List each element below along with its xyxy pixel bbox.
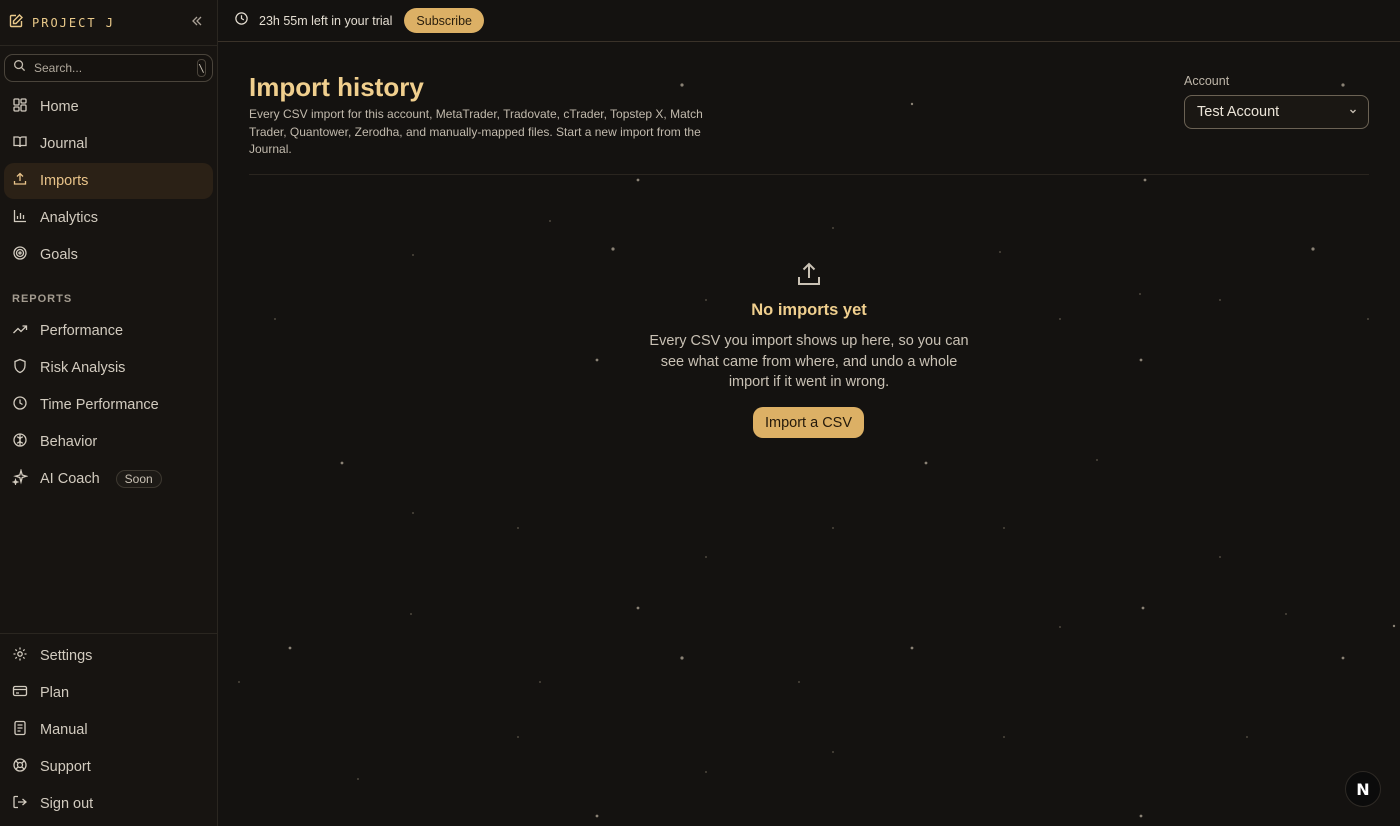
empty-state-description: Every CSV you import shows up here, so y… bbox=[649, 333, 969, 390]
brain-icon bbox=[12, 432, 28, 452]
trending-up-icon bbox=[12, 321, 28, 341]
floating-n-button[interactable]: N bbox=[1345, 771, 1381, 807]
sidebar-item-manual[interactable]: Manual bbox=[4, 712, 213, 748]
sidebar-item-analytics[interactable]: Analytics bbox=[4, 200, 213, 236]
sidebar-item-label: Risk Analysis bbox=[40, 360, 126, 376]
divider bbox=[249, 174, 1369, 175]
trial-banner: 23h 55m left in your trial Subscribe bbox=[218, 0, 1400, 42]
sidebar-item-settings[interactable]: Settings bbox=[4, 638, 213, 674]
sidebar-item-label: Analytics bbox=[40, 210, 99, 226]
divider bbox=[0, 45, 217, 46]
account-select-value: Test Account bbox=[1197, 104, 1280, 120]
empty-state-title: No imports yet bbox=[751, 301, 867, 319]
clock-icon bbox=[234, 11, 249, 31]
grid-icon bbox=[12, 97, 28, 117]
account-label: Account bbox=[1184, 74, 1230, 88]
upload-icon bbox=[12, 171, 28, 191]
reports-section-label: REPORTS bbox=[12, 293, 73, 305]
sidebar-item-label: Sign out bbox=[40, 796, 94, 812]
sidebar-item-label: Behavior bbox=[40, 434, 98, 450]
sidebar-item-label: Home bbox=[40, 99, 79, 115]
sidebar-item-journal[interactable]: Journal bbox=[4, 126, 213, 162]
lifebuoy-icon bbox=[12, 757, 28, 777]
sidebar-item-label: Imports bbox=[40, 173, 89, 189]
sidebar-item-label: AI Coach bbox=[40, 471, 100, 487]
sidebar-item-label: Time Performance bbox=[40, 397, 159, 413]
sidebar-item-label: Support bbox=[40, 759, 91, 775]
chevron-down-icon bbox=[1348, 104, 1358, 120]
sidebar-item-sign-out[interactable]: Sign out bbox=[4, 786, 213, 822]
divider bbox=[0, 633, 217, 634]
edit-logo-icon bbox=[8, 13, 24, 34]
book-icon bbox=[12, 134, 28, 154]
sidebar-item-performance[interactable]: Performance bbox=[4, 313, 213, 349]
sidebar-item-label: Plan bbox=[40, 685, 70, 701]
subscribe-button[interactable]: Subscribe bbox=[404, 8, 484, 33]
sidebar-item-behavior[interactable]: Behavior bbox=[4, 424, 213, 460]
sidebar-item-label: Manual bbox=[40, 722, 88, 738]
gear-icon bbox=[12, 646, 28, 666]
account-select[interactable]: Test Account bbox=[1184, 95, 1369, 129]
sidebar-item-goals[interactable]: Goals bbox=[4, 237, 213, 273]
clock-icon bbox=[12, 395, 28, 415]
sidebar-item-imports[interactable]: Imports bbox=[4, 163, 213, 199]
target-icon bbox=[12, 245, 28, 265]
sidebar: PROJECT J \ Home bbox=[0, 0, 218, 826]
sidebar-item-support[interactable]: Support bbox=[4, 749, 213, 785]
soon-badge: Soon bbox=[115, 470, 162, 488]
trial-remaining-text: 23h 55m left in your trial bbox=[259, 13, 393, 28]
sign-out-icon bbox=[12, 794, 28, 814]
brand[interactable]: PROJECT J bbox=[8, 12, 115, 34]
shield-icon bbox=[12, 358, 28, 378]
page-description: Every CSV import for this account, MetaT… bbox=[249, 107, 703, 156]
search-input[interactable] bbox=[34, 61, 189, 75]
sidebar-item-ai-coach[interactable]: AI Coach Soon bbox=[4, 461, 213, 497]
search-shortcut-key: \ bbox=[197, 59, 206, 77]
search-icon bbox=[13, 59, 26, 77]
sidebar-item-home[interactable]: Home bbox=[4, 89, 213, 125]
brand-name: PROJECT J bbox=[32, 16, 116, 30]
collapse-sidebar-button[interactable] bbox=[186, 12, 208, 34]
chevrons-left-icon bbox=[190, 14, 204, 33]
sidebar-item-label: Goals bbox=[40, 247, 78, 263]
import-csv-button[interactable]: Import a CSV bbox=[753, 407, 864, 438]
upload-icon bbox=[795, 260, 823, 293]
sparkle-icon bbox=[11, 467, 29, 489]
page-title: Import history bbox=[249, 72, 424, 102]
sidebar-item-label: Journal bbox=[40, 136, 88, 152]
credit-card-icon bbox=[12, 683, 28, 703]
sidebar-item-label: Performance bbox=[40, 323, 124, 339]
sidebar-item-label: Settings bbox=[40, 648, 93, 664]
search-box[interactable]: \ bbox=[4, 54, 213, 82]
sidebar-item-time-performance[interactable]: Time Performance bbox=[4, 387, 213, 423]
sidebar-item-risk-analysis[interactable]: Risk Analysis bbox=[4, 350, 213, 386]
sidebar-item-plan[interactable]: Plan bbox=[4, 675, 213, 711]
document-icon bbox=[12, 720, 28, 740]
bar-chart-icon bbox=[12, 208, 28, 228]
